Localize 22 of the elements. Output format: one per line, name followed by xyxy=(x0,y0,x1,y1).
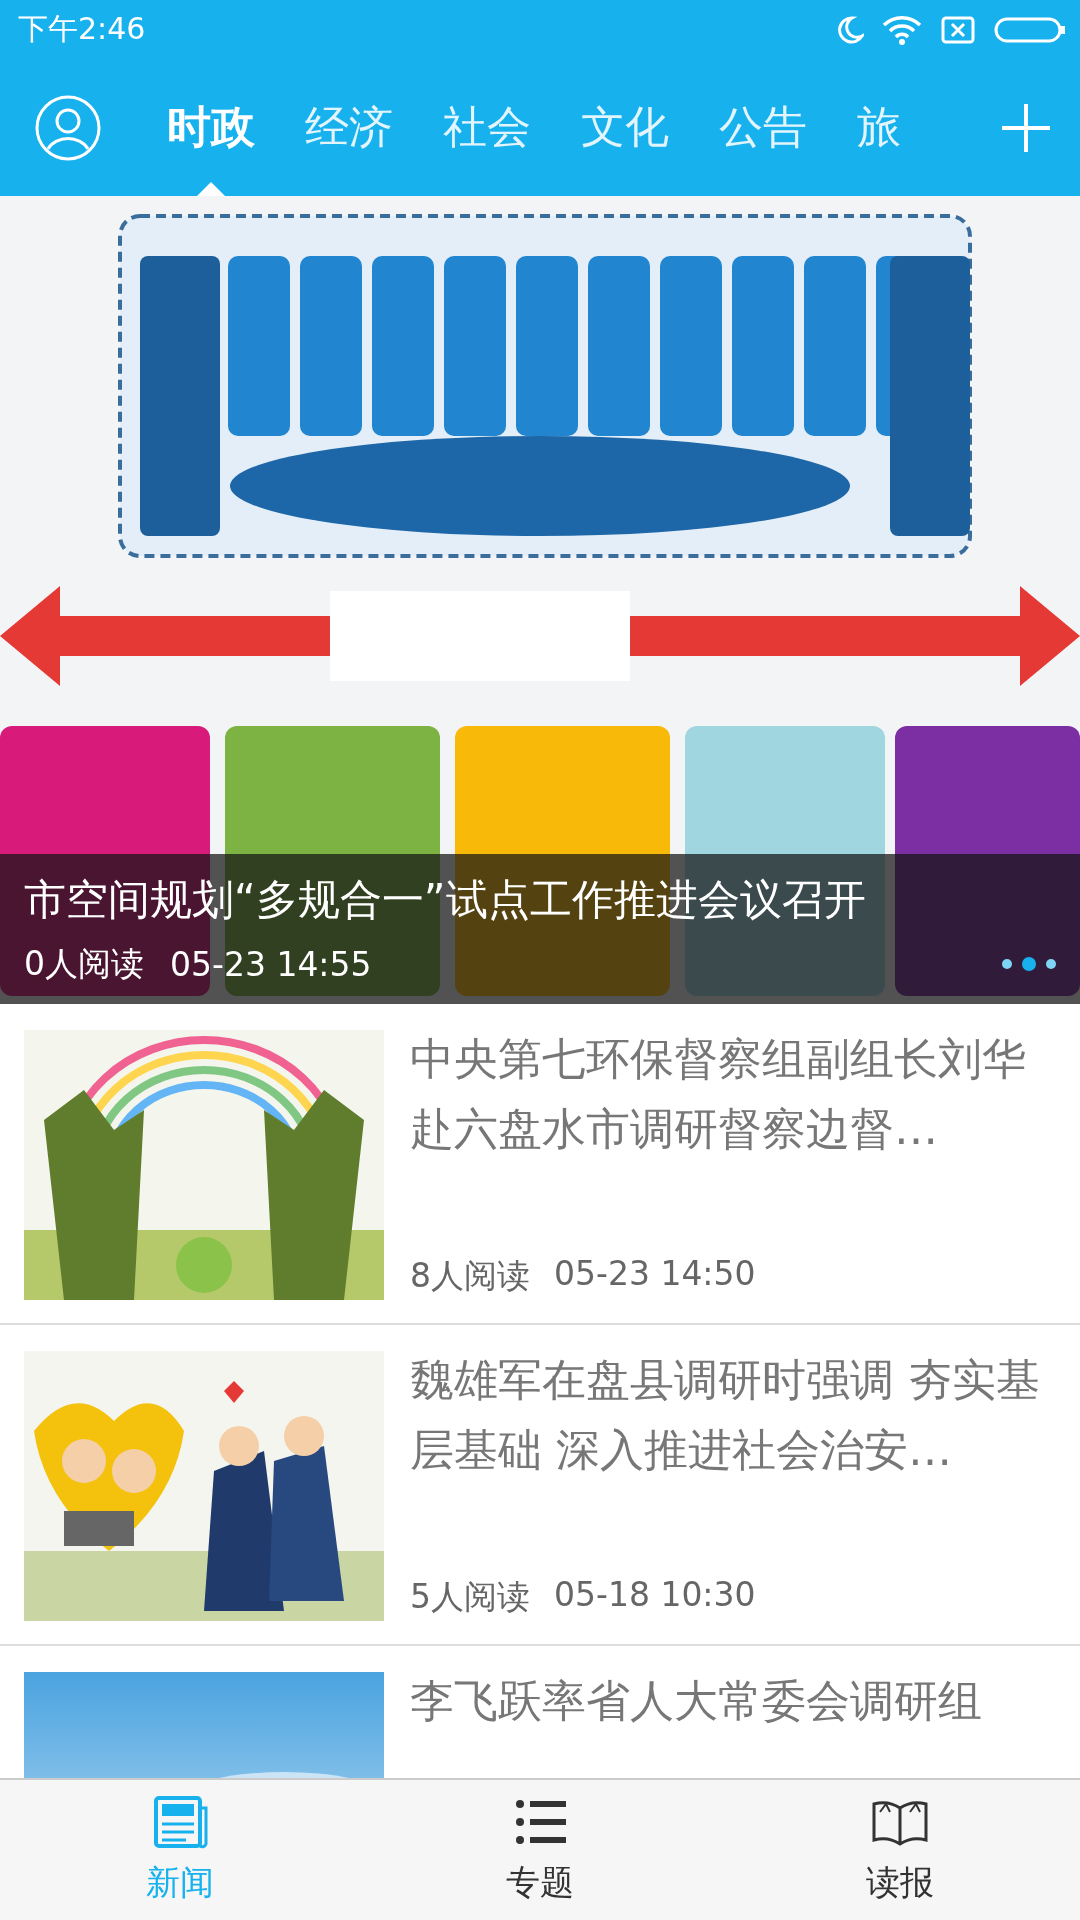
publish-time: 05-23 14:50 xyxy=(554,1254,756,1295)
category-tab[interactable]: 公告 xyxy=(694,59,832,196)
category-tab[interactable]: 社会 xyxy=(418,59,556,196)
no-sim-icon xyxy=(940,14,976,45)
avatar-icon[interactable] xyxy=(34,93,102,162)
read-count: 5人阅读 xyxy=(410,1576,530,1618)
banner-title[interactable]: 市空间规划“多规合一”试点工作推进会议召开 xyxy=(24,871,1056,928)
category-tab[interactable]: 文化 xyxy=(556,59,694,196)
news-title[interactable]: 魏雄军在盘县调研时强调 夯实基层基础 深入推进社会治安… xyxy=(410,1345,1056,1485)
read-count: 8人阅读 xyxy=(410,1255,530,1297)
news-title[interactable]: 中央第七环保督察组副组长刘华赴六盘水市调研督察边督… xyxy=(410,1024,1056,1164)
wifi-icon xyxy=(882,14,922,45)
nav-tab[interactable]: 专题 xyxy=(360,1780,720,1920)
category-tab[interactable]: 经济 xyxy=(280,59,418,196)
read-count: 0人阅读 xyxy=(24,942,144,985)
category-tab[interactable]: 旅 xyxy=(832,59,926,196)
nav-tab[interactable]: 新闻 xyxy=(0,1780,360,1920)
status-time: 下午2:46 xyxy=(18,10,147,48)
nav-tab[interactable]: 读报 xyxy=(720,1780,1080,1920)
news-title[interactable]: 李飞跃率省人大常委会调研组 xyxy=(410,1666,1056,1736)
publish-time: 05-23 14:55 xyxy=(170,944,372,984)
publish-time: 05-18 10:30 xyxy=(554,1575,756,1616)
